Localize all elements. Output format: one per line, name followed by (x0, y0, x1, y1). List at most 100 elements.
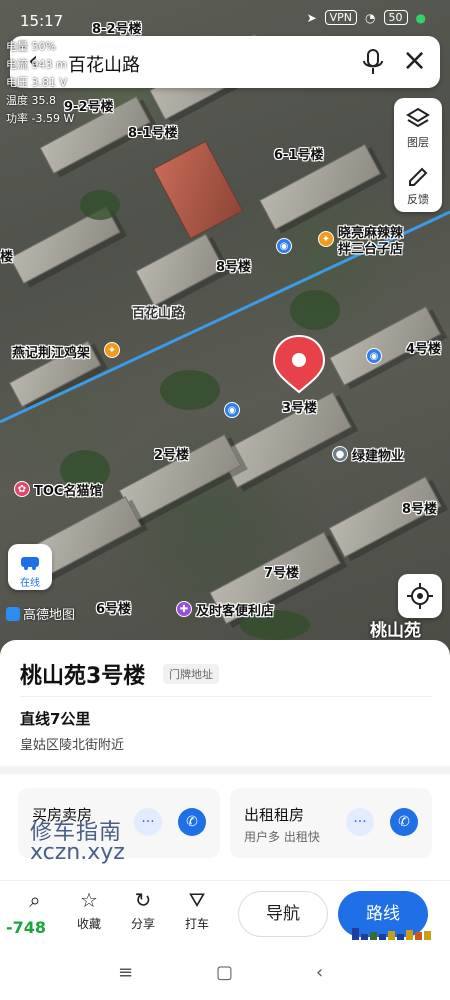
taxi-icon: ⛛ (188, 888, 206, 912)
layers-label: 图层 (407, 136, 429, 149)
search-action[interactable]: ⌕ (10, 887, 60, 913)
locate-button[interactable] (398, 574, 442, 618)
chat-icon[interactable]: ··· (134, 808, 162, 836)
debug-line: 电压 3.81 V (6, 76, 68, 89)
search-bar[interactable]: ‹ 百花山路 × (10, 36, 440, 88)
bar (406, 930, 413, 940)
bus-stop-icon[interactable]: ◉ (366, 348, 382, 364)
status-icons: ➤ VPN ◔ 50 ● (307, 10, 426, 25)
bar (397, 934, 404, 940)
debug-line: 电量 50% (6, 40, 56, 53)
map-label[interactable]: 6号楼 (96, 598, 131, 617)
map-label[interactable]: 3号楼 (282, 397, 317, 416)
rent-card[interactable]: 出租租房 用户多 出租快 ··· ✆ (230, 788, 432, 858)
map-label[interactable]: 桃山苑 (370, 616, 421, 641)
map-tools: 图层 反馈 (394, 98, 442, 212)
search-icon: ⌕ (29, 888, 41, 912)
map-label[interactable]: 燕记荆江鸡架 (12, 342, 90, 361)
search-query[interactable]: 百花山路 (68, 51, 140, 77)
map-label[interactable]: TOC名猫馆 (34, 480, 102, 499)
amap-logo-icon (6, 606, 20, 621)
bus-stop-icon[interactable]: ◉ (276, 238, 292, 254)
menu-icon[interactable]: ≡ (118, 962, 133, 983)
share-icon: ↻ (134, 888, 152, 912)
map-label[interactable]: 8号楼 (402, 498, 437, 517)
map-label[interactable]: 绿建物业 (352, 445, 404, 464)
navigate-button[interactable]: 导航 (238, 891, 328, 937)
address-tag: 门牌地址 (163, 664, 219, 684)
layers-icon (406, 107, 430, 128)
section-gap (0, 766, 450, 774)
bar (424, 931, 431, 940)
system-nav-bar: ≡ ▢ ‹ (0, 948, 450, 1000)
home-icon[interactable]: ▢ (216, 962, 233, 983)
bar (415, 932, 422, 940)
chat-icon[interactable]: ··· (346, 808, 374, 836)
brand-logo: 高德地图 (6, 604, 75, 623)
edit-icon (409, 167, 428, 186)
overlay-bars (352, 928, 444, 940)
map-label[interactable]: 7号楼 (264, 562, 299, 581)
map-label[interactable]: 8-1号楼 (128, 122, 178, 141)
debug-line: 功率 -3.59 W (6, 112, 75, 125)
card-title: 出租租房 (244, 806, 305, 824)
debug-line: 温度 35.8 (6, 94, 56, 107)
taxi-action[interactable]: ⛛ 打车 (172, 887, 222, 932)
debug-overlay: 电量 50% 电流 943 m 电压 3.81 V 温度 35.8 功率 -3.… (6, 38, 74, 128)
district-text: 皇姑区陵北街附近 (20, 738, 125, 753)
share-action[interactable]: ↻ 分享 (118, 887, 168, 932)
share-label: 分享 (130, 917, 155, 931)
bus-stop-icon[interactable]: ◉ (224, 402, 240, 418)
debug-line: 电流 943 m (6, 58, 67, 71)
status-dot-icon: ● (415, 10, 426, 25)
overlay-number: -748 (6, 918, 47, 937)
signal-icon: ➤ (306, 10, 317, 25)
battery-level: 50 (383, 10, 408, 25)
property-poi-icon[interactable]: ● (332, 446, 348, 462)
watermark: xczn.xyz (30, 840, 125, 865)
favorite-label: 收藏 (76, 917, 101, 931)
car-icon (21, 557, 39, 570)
store-poi-icon[interactable]: ✚ (176, 601, 192, 617)
brand-label: 高德地图 (23, 608, 76, 623)
bar (379, 934, 386, 940)
status-time: 15:17 (20, 12, 64, 30)
bar (361, 934, 368, 940)
bar (388, 931, 395, 940)
map-label[interactable]: 2号楼 (154, 444, 189, 463)
bar (352, 928, 359, 940)
vpn-badge: VPN (324, 10, 358, 25)
favorite-action[interactable]: ☆ 收藏 (64, 887, 114, 932)
feedback-button[interactable]: 反馈 (394, 155, 442, 212)
map-label[interactable]: 楼 (0, 246, 13, 265)
cat-cafe-icon[interactable]: ✿ (14, 481, 30, 497)
location-pin-icon[interactable] (272, 334, 326, 394)
wifi-icon: ◔ (365, 10, 376, 25)
road-label: 百花山路 (132, 306, 185, 321)
back-nav-icon[interactable]: ‹ (316, 962, 323, 983)
food-poi-icon[interactable]: ✦ (318, 231, 334, 247)
online-label: 在线 (20, 578, 40, 589)
map-label[interactable]: 4号楼 (406, 338, 441, 357)
status-bar: 15:17 ➤ VPN ◔ 50 ● (0, 0, 450, 40)
map-label[interactable]: 8号楼 (216, 256, 251, 275)
map-label[interactable]: 6-1号楼 (274, 144, 324, 163)
place-sheet: 桃山苑3号楼 门牌地址 直线7公里 皇姑区陵北街附近 买房卖房 ··· ✆ 出租… (0, 640, 450, 1000)
map-label[interactable]: 拌三台子店 (338, 238, 403, 257)
phone-icon[interactable]: ✆ (390, 808, 418, 836)
taxi-label: 打车 (184, 917, 209, 931)
online-button[interactable]: 在线 (8, 544, 52, 590)
locate-icon (407, 583, 433, 609)
phone-icon[interactable]: ✆ (178, 808, 206, 836)
feedback-label: 反馈 (407, 193, 429, 206)
layers-button[interactable]: 图层 (394, 98, 442, 155)
star-icon: ☆ (80, 888, 98, 912)
microphone-icon[interactable] (362, 48, 384, 76)
food-poi-icon[interactable]: ✦ (104, 342, 120, 358)
bar (370, 932, 377, 940)
place-title: 桃山苑3号楼 (20, 664, 146, 689)
map-label[interactable]: 及时客便利店 (196, 600, 274, 619)
divider (20, 696, 432, 697)
distance-text: 直线7公里 (20, 710, 91, 728)
close-icon[interactable]: × (402, 46, 427, 76)
